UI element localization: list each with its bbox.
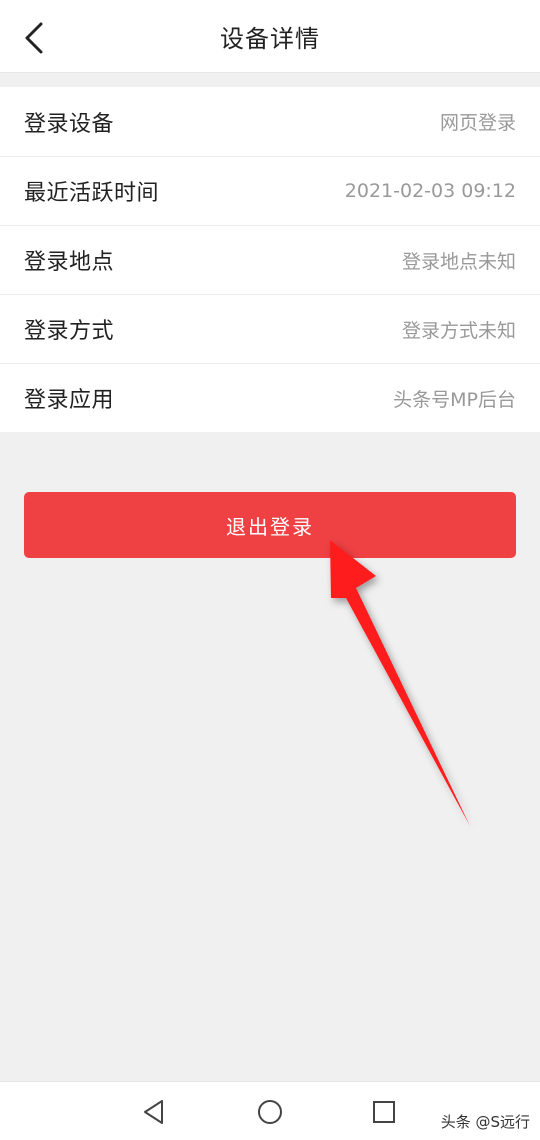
logout-button[interactable]: 退出登录 [24,492,516,558]
row-value: 登录方式未知 [401,319,516,342]
circle-home-icon [258,1100,282,1124]
arrow-shape [330,540,470,826]
device-info-list: 登录设备 网页登录 最近活跃时间 2021-02-03 09:12 登录地点 登… [0,87,540,432]
list-item-last-active-time: 最近活跃时间 2021-02-03 09:12 [0,156,540,225]
watermark-text: 头条 @S远行 [440,1113,530,1131]
list-item-login-app: 登录应用 头条号MP后台 [0,363,540,432]
row-value: 头条号MP后台 [393,388,516,411]
list-item-login-location: 登录地点 登录地点未知 [0,225,540,294]
system-back-button[interactable] [136,1094,172,1130]
system-navigation-bar: 头条 @S远行 [0,1081,540,1140]
row-label: 登录地点 [24,250,115,275]
system-recents-button[interactable] [366,1094,402,1130]
list-item-login-method: 登录方式 登录方式未知 [0,294,540,363]
row-label: 最近活跃时间 [24,181,160,206]
row-label: 登录方式 [24,319,115,344]
list-item-login-device: 登录设备 网页登录 [0,87,540,156]
row-value: 2021-02-03 09:12 [344,180,516,202]
page-title: 设备详情 [220,25,320,53]
system-home-button[interactable] [252,1094,288,1130]
device-details-page: 设备详情 登录设备 网页登录 最近活跃时间 2021-02-03 09:12 登… [0,0,540,1140]
row-value: 网页登录 [439,112,516,134]
triangle-back-icon [144,1100,163,1124]
row-label: 登录应用 [24,388,115,413]
row-value: 登录地点未知 [401,250,516,273]
top-bar: 设备详情 [0,0,540,73]
row-label: 登录设备 [24,111,115,137]
square-recents-icon [373,1101,395,1123]
